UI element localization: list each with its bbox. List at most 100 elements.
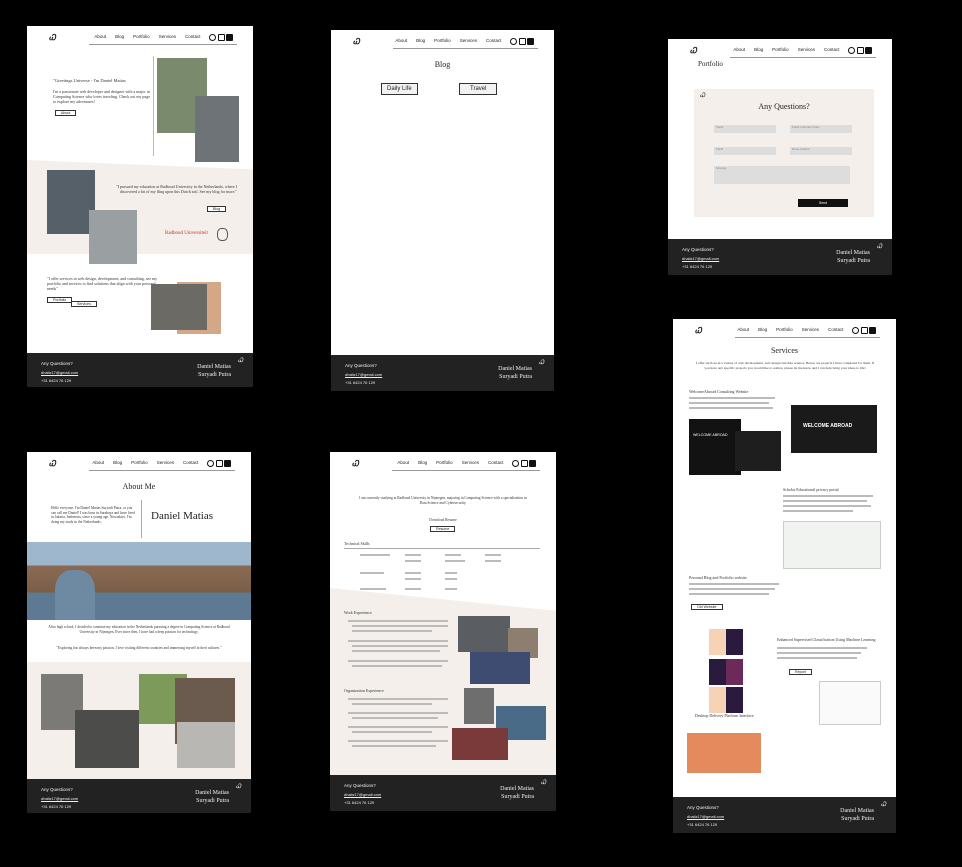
photo-landscape — [47, 170, 95, 234]
nav-portfolio[interactable]: Portfolio — [772, 47, 789, 55]
nav-divider — [735, 337, 880, 338]
footer-email[interactable]: dhaliz17@gmail.com — [41, 796, 78, 801]
nav-services[interactable]: Services — [798, 47, 815, 55]
nav-about[interactable]: About — [397, 460, 409, 468]
logo[interactable]: Ꮗ — [690, 46, 697, 56]
nav-portfolio[interactable]: Portfolio — [133, 34, 150, 42]
social-icons — [852, 327, 876, 335]
nav-contact[interactable]: Contact — [824, 47, 840, 55]
nav-portfolio[interactable]: Portfolio — [434, 38, 451, 46]
footer-email[interactable]: dhaliz17@gmail.com — [345, 372, 382, 377]
name-divider — [141, 500, 142, 538]
nav-about[interactable]: About — [92, 460, 104, 468]
phone-field[interactable]: Phone Number — [790, 147, 852, 155]
instagram-icon[interactable] — [856, 47, 864, 54]
linkedin-icon[interactable] — [226, 34, 233, 41]
nav-contact[interactable]: Contact — [486, 38, 502, 46]
linkedin-icon[interactable] — [527, 38, 534, 45]
linkedin-icon[interactable] — [224, 460, 231, 467]
nav-services[interactable]: Services — [159, 34, 176, 42]
nav-services[interactable]: Services — [157, 460, 174, 468]
nav-blog[interactable]: Blog — [418, 460, 427, 468]
footer-email[interactable]: dhaliz17@gmail.com — [687, 814, 724, 819]
skills-grid — [360, 552, 530, 596]
nav-portfolio[interactable]: Portfolio — [131, 460, 148, 468]
footer-email[interactable]: dhaliz17@gmail.com — [344, 792, 381, 797]
nav-contact[interactable]: Contact — [488, 460, 504, 468]
nav-divider — [393, 48, 538, 49]
about-button[interactable]: About — [55, 110, 77, 116]
github-icon[interactable] — [209, 34, 217, 41]
services-button[interactable]: Services — [71, 301, 97, 307]
skills-divider — [344, 548, 540, 549]
social-icons — [209, 34, 233, 42]
footer: Any Questions? dhaliz17@gmail.com +31 64… — [668, 239, 892, 275]
footer-logo: Ꮗ — [237, 358, 243, 364]
nav-contact[interactable]: Contact — [828, 327, 844, 335]
category-daily-life[interactable]: Daily Life — [381, 83, 418, 95]
footer-phone: +31 6424 76 129 — [682, 264, 713, 269]
nav-services[interactable]: Services — [802, 327, 819, 335]
nav-contact[interactable]: Contact — [185, 34, 201, 42]
instagram-icon[interactable] — [518, 38, 526, 45]
github-icon[interactable] — [207, 460, 215, 467]
nav-about[interactable]: About — [733, 47, 745, 55]
name-field[interactable]: Name — [714, 125, 776, 133]
footer-email[interactable]: dhaliz17@gmail.com — [682, 256, 719, 261]
github-icon[interactable] — [510, 38, 518, 45]
instagram-icon[interactable] — [520, 460, 528, 467]
logo[interactable]: Ꮗ — [695, 326, 702, 336]
message-field[interactable]: Message — [714, 166, 850, 184]
nav-blog[interactable]: Blog — [416, 38, 425, 46]
nav-blog[interactable]: Blog — [115, 34, 124, 42]
blog-button[interactable]: Blog — [207, 206, 227, 212]
nav-bar: Ꮗ About Blog Portfolio Services Contact — [331, 30, 554, 52]
linkedin-icon[interactable] — [865, 47, 872, 54]
resume-summary: I am currently studying at Radboud Unive… — [359, 496, 527, 505]
footer-email[interactable]: dhaliz17@gmail.com — [41, 370, 78, 375]
footer-phone: +31 6424 76 129 — [345, 380, 376, 385]
logo[interactable]: Ꮗ — [49, 33, 56, 43]
nav-blog[interactable]: Blog — [754, 47, 763, 55]
photo-work-6 — [452, 728, 508, 760]
nav-contact[interactable]: Contact — [183, 460, 199, 468]
social-icons — [848, 47, 872, 55]
nav-about[interactable]: About — [395, 38, 407, 46]
portfolio-button[interactable]: Portfolio — [47, 297, 73, 303]
report-button[interactable]: Report — [789, 669, 812, 675]
welcome-abroad-mockup-1: WELCOME ABROAD — [689, 419, 741, 475]
github-icon[interactable] — [848, 47, 856, 54]
nav-services[interactable]: Services — [462, 460, 479, 468]
footer: Any Questions? dhaliz17@gmail.com +31 64… — [27, 353, 253, 387]
customer-name-field[interactable]: Email/Customer Name — [790, 125, 852, 133]
linkedin-icon[interactable] — [529, 460, 536, 467]
instagram-icon[interactable] — [215, 460, 223, 467]
contact-form: Ꮗ Any Questions? Name Email/Customer Nam… — [694, 89, 874, 217]
nav-blog[interactable]: Blog — [113, 460, 122, 468]
footer-logo: Ꮗ — [876, 244, 882, 250]
nav-about[interactable]: About — [94, 34, 106, 42]
instagram-icon[interactable] — [217, 34, 225, 41]
footer-phone: +31 6424 76 129 — [687, 822, 718, 827]
blog-page: Ꮗ About Blog Portfolio Services Contact … — [331, 30, 554, 391]
nav-services[interactable]: Services — [460, 38, 477, 46]
email-field[interactable]: Email — [714, 147, 776, 155]
home-page: Ꮗ About Blog Portfolio Services Contact … — [27, 26, 253, 387]
logo[interactable]: Ꮗ — [352, 459, 359, 469]
nav-bar: Ꮗ About Blog Portfolio Services Contact — [330, 452, 556, 474]
send-button[interactable]: Send — [798, 199, 848, 207]
github-icon[interactable] — [512, 460, 520, 467]
instagram-icon[interactable] — [860, 327, 868, 334]
logo[interactable]: Ꮗ — [49, 459, 56, 469]
logo[interactable]: Ꮗ — [353, 37, 360, 47]
footer-question: Any Questions? — [687, 805, 719, 810]
nav-blog[interactable]: Blog — [758, 327, 767, 335]
nav-about[interactable]: About — [737, 327, 749, 335]
nav-portfolio[interactable]: Portfolio — [436, 460, 453, 468]
old-website-button[interactable]: Old Website — [691, 604, 723, 610]
category-travel[interactable]: Travel — [459, 83, 498, 95]
github-icon[interactable] — [852, 327, 860, 334]
resume-button[interactable]: Resume — [430, 526, 456, 532]
linkedin-icon[interactable] — [869, 327, 876, 334]
nav-portfolio[interactable]: Portfolio — [776, 327, 793, 335]
